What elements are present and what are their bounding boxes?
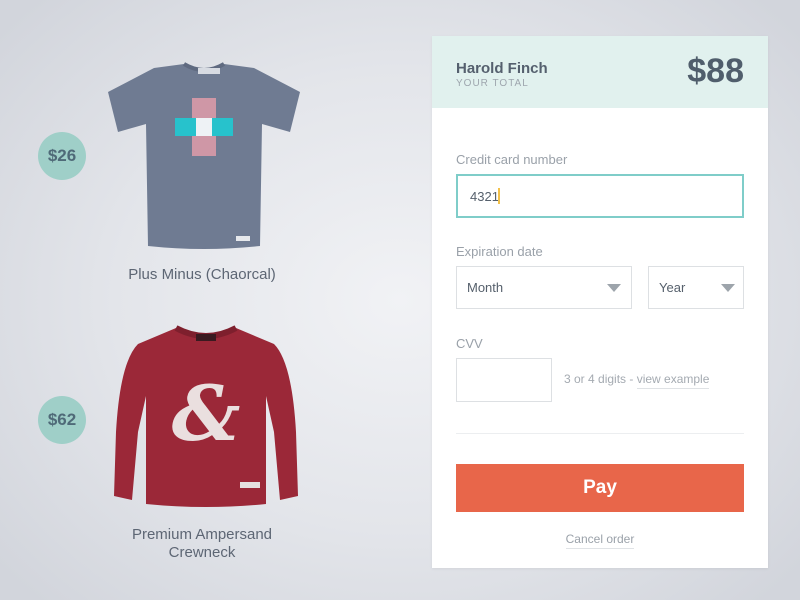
product-name: Plus Minus (Chaorcal) bbox=[128, 266, 276, 283]
cancel-order-link[interactable]: Cancel order bbox=[565, 532, 635, 549]
divider bbox=[456, 433, 744, 434]
tshirt-image bbox=[108, 62, 300, 249]
svg-text:&: & bbox=[172, 369, 241, 458]
cvv-hint-text: 3 or 4 digits - bbox=[564, 372, 637, 386]
cvv-hint: 3 or 4 digits - view example bbox=[564, 372, 710, 389]
cancel-order-container: Cancel order bbox=[432, 532, 768, 549]
expiration-label: Expiration date bbox=[456, 244, 543, 259]
cvv-label: CVV bbox=[456, 336, 483, 351]
customer-name: Harold Finch bbox=[456, 60, 548, 77]
chevron-down-icon bbox=[721, 284, 735, 292]
product-name-line-1: Premium Ampersand bbox=[131, 526, 273, 543]
view-example-link[interactable]: view example bbox=[636, 372, 710, 389]
expiration-month-select[interactable]: Month bbox=[456, 266, 632, 309]
cvv-input[interactable] bbox=[456, 358, 552, 402]
product-name-line-2: Crewneck bbox=[168, 544, 236, 561]
sweatshirt-image: & bbox=[114, 325, 298, 507]
price-badge: $62 bbox=[38, 396, 86, 444]
pay-button[interactable]: Pay bbox=[456, 464, 744, 512]
expiration-year-select[interactable]: Year bbox=[648, 266, 744, 309]
payment-card: Harold Finch YOUR TOTAL $88 Credit card … bbox=[432, 36, 768, 568]
chevron-down-icon bbox=[607, 284, 621, 292]
total-caption: YOUR TOTAL bbox=[456, 78, 529, 89]
total-amount: $88 bbox=[687, 52, 744, 90]
month-value: Month bbox=[467, 280, 504, 295]
price-badge: $26 bbox=[38, 132, 86, 180]
year-value: Year bbox=[659, 280, 686, 295]
card-number-label: Credit card number bbox=[456, 152, 568, 167]
order-summary-header: Harold Finch YOUR TOTAL $88 bbox=[432, 36, 768, 108]
text-cursor bbox=[498, 188, 500, 204]
product-name: Premium Ampersand Crewneck bbox=[102, 526, 302, 562]
